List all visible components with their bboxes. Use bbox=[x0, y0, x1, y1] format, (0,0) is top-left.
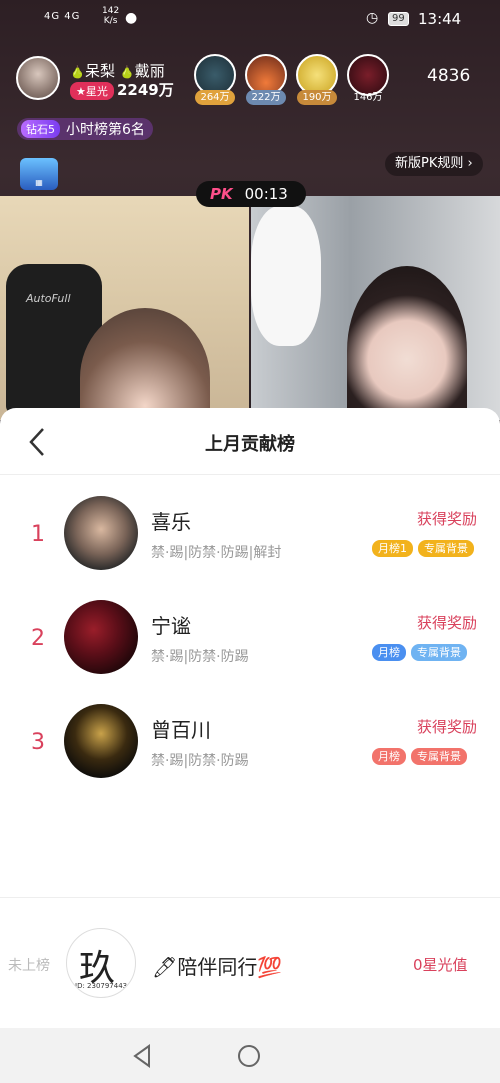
user-name: 曾百川 bbox=[151, 718, 211, 742]
badge-group: 月榜 专属背景 bbox=[372, 644, 467, 661]
gift-box-icon[interactable]: ▦ bbox=[20, 158, 58, 190]
user-avatar[interactable] bbox=[64, 704, 138, 778]
pk-rules-button[interactable]: 新版PK规则 › bbox=[385, 152, 483, 176]
rank-number: 3 bbox=[31, 730, 45, 755]
opponent-video-right bbox=[251, 196, 500, 420]
star-badge: ★星光 bbox=[70, 82, 114, 100]
pear-icon: 🍐 bbox=[70, 65, 85, 79]
monthly-rank-badge: 月榜 bbox=[372, 644, 406, 661]
user-permissions: 禁·踢|防禁·防踢 bbox=[151, 753, 249, 769]
monthly-rank-badge: 月榜 bbox=[372, 748, 406, 765]
hourly-rank-text: 小时榜第6名 bbox=[66, 122, 145, 138]
viewer-badge: 146万 bbox=[353, 92, 383, 103]
hourly-rank-pill[interactable]: 钻石5 小时榜第6名 bbox=[17, 118, 153, 140]
chair-brand-text: AutoFull bbox=[26, 292, 71, 305]
pk-countdown: 00:13 bbox=[244, 185, 288, 203]
user-permissions: 禁·踢|防禁·防踢 bbox=[151, 649, 249, 665]
nav-home-icon[interactable] bbox=[238, 1045, 260, 1067]
my-rank-bar: 未上榜 玖 ID: 230797443 🖊陪伴同行💯 0星光值 bbox=[0, 897, 500, 1027]
my-score: 0星光值 bbox=[413, 956, 468, 974]
viewer-count[interactable]: 4836 bbox=[427, 66, 470, 86]
rank-number: 1 bbox=[31, 522, 45, 547]
alarm-icon: ◷ bbox=[366, 10, 379, 26]
exclusive-background-badge: 专属背景 bbox=[411, 644, 467, 661]
sheet-header: 上月贡献榜 bbox=[0, 408, 500, 475]
reward-link[interactable]: 获得奖励 bbox=[417, 612, 477, 633]
badge-group: 月榜1 专属背景 bbox=[372, 540, 474, 557]
battery-icon: 99 bbox=[388, 12, 409, 26]
rank-number: 2 bbox=[31, 626, 45, 651]
user-permissions: 禁·踢|防禁·防踢|解封 bbox=[151, 545, 282, 561]
opponent-figure bbox=[347, 266, 467, 420]
host-score: 2249万 bbox=[117, 81, 174, 99]
sheet-title: 上月贡献榜 bbox=[205, 434, 295, 455]
wechat-icon: ● bbox=[125, 10, 138, 26]
net-speed: 142 K/s bbox=[102, 6, 120, 26]
viewer-badge: 264万 bbox=[195, 90, 235, 105]
rank-row[interactable]: 3 曾百川 禁·踢|防禁·防踢 获得奖励 月榜 专属背景 bbox=[0, 694, 500, 794]
nav-back-icon[interactable] bbox=[131, 1044, 153, 1068]
pk-timer: PK 00:13 bbox=[196, 181, 306, 207]
badge-group: 月榜 专属背景 bbox=[372, 748, 467, 765]
user-name: 宁谧 bbox=[151, 614, 191, 638]
avatar-id: ID: 230797443 bbox=[75, 982, 128, 990]
my-avatar[interactable]: 玖 ID: 230797443 bbox=[66, 928, 136, 998]
viewer-badge: 222万 bbox=[246, 90, 286, 105]
signal-icon: 4G 4G bbox=[44, 11, 81, 22]
rank-row[interactable]: 1 喜乐 禁·踢|防禁·防踢|解封 获得奖励 月榜1 专属背景 bbox=[0, 486, 500, 586]
pk-logo-icon: PK bbox=[210, 185, 233, 203]
exclusive-background-badge: 专属背景 bbox=[411, 748, 467, 765]
exclusive-background-badge: 专属背景 bbox=[418, 540, 474, 557]
user-avatar[interactable] bbox=[64, 496, 138, 570]
my-name: 🖊陪伴同行💯 bbox=[152, 955, 283, 979]
user-name: 喜乐 bbox=[151, 510, 191, 534]
diamond-level-badge: 钻石5 bbox=[21, 120, 60, 138]
user-avatar[interactable] bbox=[64, 600, 138, 674]
reward-link[interactable]: 获得奖励 bbox=[417, 508, 477, 529]
status-bar: 4G 4G 142 K/s ● ◷ 99 13:44 bbox=[0, 0, 500, 38]
rank-row[interactable]: 2 宁谧 禁·踢|防禁·防踢 获得奖励 月榜 专属背景 bbox=[0, 590, 500, 690]
contribution-sheet: 上月贡献榜 1 喜乐 禁·踢|防禁·防踢|解封 获得奖励 月榜1 专属背景 2 … bbox=[0, 408, 500, 1083]
system-nav-bar bbox=[0, 1028, 500, 1083]
pear-icon: 🍐 bbox=[119, 65, 135, 79]
not-ranked-label: 未上榜 bbox=[8, 958, 50, 974]
host-avatar[interactable] bbox=[16, 56, 60, 100]
reward-link[interactable]: 获得奖励 bbox=[417, 716, 477, 737]
monthly-rank-badge: 月榜1 bbox=[372, 540, 413, 557]
viewer-badge: 190万 bbox=[297, 90, 337, 105]
decor-fluff bbox=[251, 206, 321, 346]
host-video-left: AutoFull bbox=[0, 196, 249, 420]
clock: 13:44 bbox=[418, 10, 462, 28]
host-names[interactable]: 🍐呆梨 🍐戴丽 bbox=[70, 60, 165, 81]
